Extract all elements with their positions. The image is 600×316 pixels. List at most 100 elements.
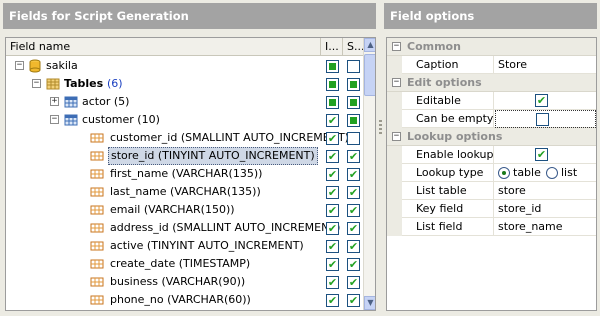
include-checkbox[interactable] xyxy=(326,222,339,235)
property-row-editable[interactable]: Editable xyxy=(387,92,596,110)
field-label: store_id (TINYINT AUTO_INCREMENT) xyxy=(108,147,318,165)
collapse-icon[interactable]: − xyxy=(392,132,401,141)
tree-row-table-actor[interactable]: + actor (5) xyxy=(6,93,363,111)
tree-row-field[interactable]: active (TINYINT AUTO_INCREMENT) xyxy=(6,237,363,255)
collapse-icon[interactable]: − xyxy=(50,115,59,124)
field-icon xyxy=(90,295,104,305)
property-value xyxy=(495,92,596,110)
table-label-actor: actor (5) xyxy=(82,95,130,108)
property-row-caption[interactable]: Caption Store xyxy=(387,56,596,74)
editable-checkbox[interactable] xyxy=(535,94,548,107)
field-label: customer_id (SMALLINT AUTO_INCREMENT) xyxy=(110,131,349,144)
fields-panel-title: Fields for Script Generation xyxy=(3,3,376,29)
panel-splitter[interactable] xyxy=(377,118,383,138)
field-label: address_id (SMALLINT AUTO_INCREMENT) xyxy=(110,221,341,234)
select-checkbox[interactable] xyxy=(347,150,360,163)
include-checkbox[interactable] xyxy=(326,150,339,163)
tree-row-table-customer[interactable]: − customer (10) xyxy=(6,111,363,129)
include-checkbox[interactable] xyxy=(326,168,339,181)
table-label-customer: customer (10) xyxy=(82,113,160,126)
key-field-input[interactable]: store_id xyxy=(495,200,596,218)
property-grid[interactable]: − Common Caption Store − Edit options Ed… xyxy=(386,37,597,311)
collapse-icon[interactable]: − xyxy=(392,78,401,87)
property-row-lookup-type[interactable]: Lookup type table list xyxy=(387,164,596,182)
select-checkbox[interactable] xyxy=(347,96,360,109)
property-row-list-table[interactable]: List table store xyxy=(387,182,596,200)
scroll-up-icon[interactable]: ▲ xyxy=(364,38,375,52)
select-checkbox[interactable] xyxy=(347,168,360,181)
column-header-field-name[interactable]: Field name xyxy=(6,38,320,56)
caption-input[interactable]: Store xyxy=(495,56,596,74)
list-field-input[interactable]: store_name xyxy=(495,218,596,236)
include-checkbox[interactable] xyxy=(326,258,339,271)
select-checkbox[interactable] xyxy=(347,78,360,91)
enable-lookup-checkbox[interactable] xyxy=(535,148,548,161)
lookup-type-table-radio[interactable] xyxy=(498,167,510,179)
category-edit-options[interactable]: − Edit options xyxy=(387,74,596,92)
tree-row-field[interactable]: email (VARCHAR(150)) xyxy=(6,201,363,219)
select-checkbox[interactable] xyxy=(347,240,360,253)
scroll-down-icon[interactable]: ▼ xyxy=(364,296,375,310)
include-checkbox[interactable] xyxy=(326,114,339,127)
tree-row-field[interactable]: address_id (SMALLINT AUTO_INCREMENT) xyxy=(6,219,363,237)
category-label: Edit options xyxy=(407,76,482,89)
property-row-enable-lookup[interactable]: Enable lookup xyxy=(387,146,596,164)
select-checkbox[interactable] xyxy=(347,204,360,217)
include-checkbox[interactable] xyxy=(326,186,339,199)
property-name: Caption xyxy=(402,56,494,74)
tree-row-field[interactable]: first_name (VARCHAR(135)) xyxy=(6,165,363,183)
fields-panel: Fields for Script Generation Field name … xyxy=(3,3,376,313)
collapse-icon[interactable]: − xyxy=(392,42,401,51)
select-checkbox[interactable] xyxy=(347,60,360,73)
expand-icon[interactable]: + xyxy=(50,97,59,106)
select-checkbox[interactable] xyxy=(347,294,360,307)
include-checkbox[interactable] xyxy=(326,132,339,145)
include-checkbox[interactable] xyxy=(326,276,339,289)
include-checkbox[interactable] xyxy=(326,78,339,91)
field-icon xyxy=(90,277,104,287)
category-common[interactable]: − Common xyxy=(387,38,596,56)
field-icon xyxy=(90,241,104,251)
collapse-icon[interactable]: − xyxy=(15,61,24,70)
tree-row-field-selected[interactable]: store_id (TINYINT AUTO_INCREMENT) xyxy=(6,147,363,165)
include-checkbox[interactable] xyxy=(326,60,339,73)
list-table-input[interactable]: store xyxy=(495,182,596,200)
tree-row-database[interactable]: − sakila xyxy=(6,57,363,75)
fields-tree[interactable]: Field name I... S... − sakila − Tables (… xyxy=(5,37,376,311)
category-lookup-options[interactable]: − Lookup options xyxy=(387,128,596,146)
vertical-scrollbar[interactable]: ▲ ▼ xyxy=(363,38,375,310)
can-be-empty-checkbox[interactable] xyxy=(536,113,549,126)
scroll-thumb[interactable] xyxy=(364,54,375,96)
select-checkbox[interactable] xyxy=(347,276,360,289)
radio-label: table xyxy=(513,166,541,179)
database-label: sakila xyxy=(46,59,78,72)
select-checkbox[interactable] xyxy=(347,186,360,199)
property-name: Editable xyxy=(402,92,494,110)
include-checkbox[interactable] xyxy=(326,96,339,109)
tree-row-field[interactable]: business (VARCHAR(90)) xyxy=(6,273,363,291)
tree-row-tables[interactable]: − Tables (6) xyxy=(6,75,363,93)
select-checkbox[interactable] xyxy=(347,132,360,145)
include-checkbox[interactable] xyxy=(326,294,339,307)
field-icon xyxy=(90,133,104,143)
property-row-list-field[interactable]: List field store_name xyxy=(387,218,596,236)
tables-label: Tables (6) xyxy=(64,77,123,90)
property-row-key-field[interactable]: Key field store_id xyxy=(387,200,596,218)
select-checkbox[interactable] xyxy=(347,114,360,127)
lookup-type-list-radio[interactable] xyxy=(546,167,558,179)
include-checkbox[interactable] xyxy=(326,204,339,217)
tree-row-field[interactable]: last_name (VARCHAR(135)) xyxy=(6,183,363,201)
select-checkbox[interactable] xyxy=(347,222,360,235)
property-row-can-be-empty[interactable]: Can be empty xyxy=(387,110,596,128)
collapse-icon[interactable]: − xyxy=(32,79,41,88)
select-checkbox[interactable] xyxy=(347,258,360,271)
field-icon xyxy=(90,223,104,233)
tree-row-field[interactable]: create_date (TIMESTAMP) xyxy=(6,255,363,273)
include-checkbox[interactable] xyxy=(326,240,339,253)
tree-row-field[interactable]: phone_no (VARCHAR(60)) xyxy=(6,291,363,309)
property-name: Lookup type xyxy=(402,164,494,182)
column-header-include[interactable]: I... xyxy=(320,38,342,56)
column-header-select[interactable]: S... xyxy=(342,38,363,56)
field-label: create_date (TIMESTAMP) xyxy=(110,257,251,270)
tree-row-field[interactable]: customer_id (SMALLINT AUTO_INCREMENT) xyxy=(6,129,363,147)
